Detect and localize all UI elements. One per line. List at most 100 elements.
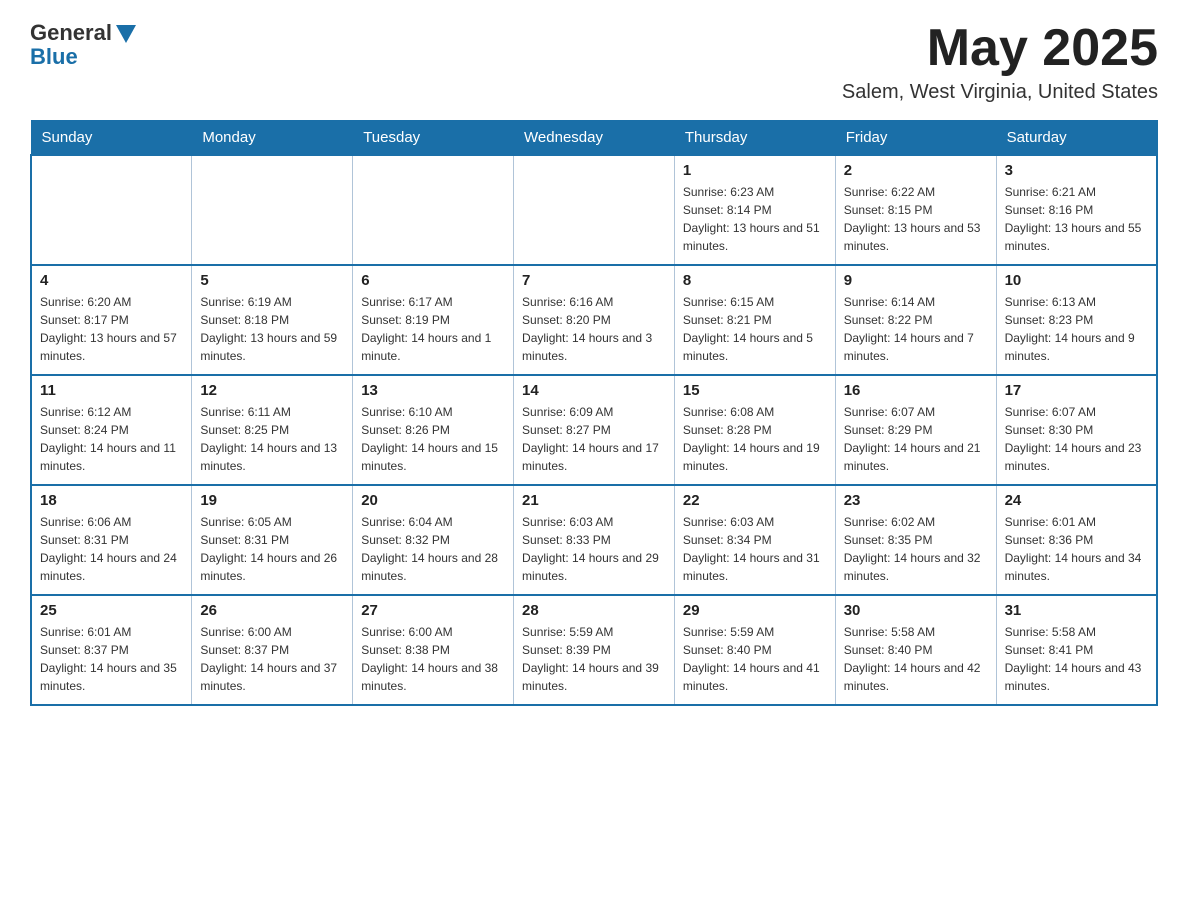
day-info: Sunrise: 6:00 AM Sunset: 8:38 PM Dayligh…	[361, 623, 505, 695]
calendar-day-7: 7Sunrise: 6:16 AM Sunset: 8:20 PM Daylig…	[514, 265, 675, 375]
day-number: 18	[40, 492, 183, 509]
day-number: 5	[200, 272, 344, 289]
day-info: Sunrise: 6:08 AM Sunset: 8:28 PM Dayligh…	[683, 403, 827, 475]
calendar-day-1: 1 Sunrise: 6:23 AM Sunset: 8:14 PM Daylig…	[674, 155, 835, 265]
day-number: 29	[683, 602, 827, 619]
logo-triangle-icon	[116, 25, 136, 43]
calendar-day-25: 25 Sunrise: 6:01 AM Sunset: 8:37 PM Dayli…	[31, 595, 192, 705]
day-number: 24	[1005, 492, 1148, 509]
day-info: Sunrise: 6:10 AM Sunset: 8:26 PM Dayligh…	[361, 403, 505, 475]
calendar-day-15: 15 Sunrise: 6:08 AM Sunset: 8:28 PM Dayli…	[674, 375, 835, 485]
calendar-day-12: 12Sunrise: 6:11 AM Sunset: 8:25 PM Dayli…	[192, 375, 353, 485]
calendar-day-29: 29 Sunrise: 5:59 AM Sunset: 8:40 PM Dayli…	[674, 595, 835, 705]
calendar-week-row: 11Sunrise: 6:12 AM Sunset: 8:24 PM Dayli…	[31, 375, 1157, 485]
day-number: 27	[361, 602, 505, 619]
calendar-header-row: SundayMondayTuesdayWednesdayThursdayFrid…	[31, 121, 1157, 156]
day-number: 9	[844, 272, 988, 289]
calendar-header-monday: Monday	[192, 121, 353, 156]
calendar-day-14: 14 Sunrise: 6:09 AM Sunset: 8:27 PM Dayli…	[514, 375, 675, 485]
day-info: Sunrise: 6:01 AM Sunset: 8:36 PM Dayligh…	[1005, 513, 1148, 585]
day-info: Sunrise: 6:19 AM Sunset: 8:18 PM Dayligh…	[200, 293, 344, 365]
day-number: 21	[522, 492, 666, 509]
day-info: Sunrise: 6:17 AM Sunset: 8:19 PM Dayligh…	[361, 293, 505, 365]
calendar-header-sunday: Sunday	[31, 121, 192, 156]
calendar-week-row: 18 Sunrise: 6:06 AM Sunset: 8:31 PM Dayli…	[31, 485, 1157, 595]
calendar-header-tuesday: Tuesday	[353, 121, 514, 156]
calendar-day-20: 20Sunrise: 6:04 AM Sunset: 8:32 PM Dayli…	[353, 485, 514, 595]
calendar-day-5: 5 Sunrise: 6:19 AM Sunset: 8:18 PM Daylig…	[192, 265, 353, 375]
calendar-empty-cell	[192, 155, 353, 265]
day-number: 30	[844, 602, 988, 619]
day-info: Sunrise: 6:00 AM Sunset: 8:37 PM Dayligh…	[200, 623, 344, 695]
calendar-day-31: 31Sunrise: 5:58 AM Sunset: 8:41 PM Dayli…	[996, 595, 1157, 705]
day-info: Sunrise: 6:02 AM Sunset: 8:35 PM Dayligh…	[844, 513, 988, 585]
calendar-week-row: 25 Sunrise: 6:01 AM Sunset: 8:37 PM Dayli…	[31, 595, 1157, 705]
calendar-header-saturday: Saturday	[996, 121, 1157, 156]
day-number: 15	[683, 382, 827, 399]
calendar-day-6: 6 Sunrise: 6:17 AM Sunset: 8:19 PM Daylig…	[353, 265, 514, 375]
day-number: 17	[1005, 382, 1148, 399]
day-info: Sunrise: 6:13 AM Sunset: 8:23 PM Dayligh…	[1005, 293, 1148, 365]
logo-blue-text: Blue	[30, 44, 78, 70]
day-info: Sunrise: 5:59 AM Sunset: 8:40 PM Dayligh…	[683, 623, 827, 695]
calendar-day-30: 30 Sunrise: 5:58 AM Sunset: 8:40 PM Dayli…	[835, 595, 996, 705]
calendar-day-23: 23 Sunrise: 6:02 AM Sunset: 8:35 PM Dayli…	[835, 485, 996, 595]
day-info: Sunrise: 6:11 AM Sunset: 8:25 PM Dayligh…	[200, 403, 344, 475]
calendar-empty-cell	[31, 155, 192, 265]
calendar-day-19: 19Sunrise: 6:05 AM Sunset: 8:31 PM Dayli…	[192, 485, 353, 595]
calendar-header-wednesday: Wednesday	[514, 121, 675, 156]
month-year-title: May 2025	[842, 20, 1158, 77]
day-number: 26	[200, 602, 344, 619]
calendar-day-22: 22 Sunrise: 6:03 AM Sunset: 8:34 PM Dayli…	[674, 485, 835, 595]
day-info: Sunrise: 6:07 AM Sunset: 8:29 PM Dayligh…	[844, 403, 988, 475]
day-number: 16	[844, 382, 988, 399]
logo: General Blue	[30, 20, 136, 70]
calendar-header-friday: Friday	[835, 121, 996, 156]
calendar-day-8: 8 Sunrise: 6:15 AM Sunset: 8:21 PM Daylig…	[674, 265, 835, 375]
calendar-week-row: 4 Sunrise: 6:20 AM Sunset: 8:17 PM Daylig…	[31, 265, 1157, 375]
day-info: Sunrise: 6:03 AM Sunset: 8:33 PM Dayligh…	[522, 513, 666, 585]
day-info: Sunrise: 6:01 AM Sunset: 8:37 PM Dayligh…	[40, 623, 183, 695]
day-info: Sunrise: 6:21 AM Sunset: 8:16 PM Dayligh…	[1005, 183, 1148, 255]
day-number: 25	[40, 602, 183, 619]
calendar-empty-cell	[353, 155, 514, 265]
calendar-table: SundayMondayTuesdayWednesdayThursdayFrid…	[30, 120, 1158, 706]
day-number: 8	[683, 272, 827, 289]
calendar-day-3: 3Sunrise: 6:21 AM Sunset: 8:16 PM Daylig…	[996, 155, 1157, 265]
day-number: 14	[522, 382, 666, 399]
day-number: 6	[361, 272, 505, 289]
calendar-header-thursday: Thursday	[674, 121, 835, 156]
calendar-empty-cell	[514, 155, 675, 265]
day-number: 1	[683, 162, 827, 179]
day-info: Sunrise: 6:12 AM Sunset: 8:24 PM Dayligh…	[40, 403, 183, 475]
calendar-day-24: 24 Sunrise: 6:01 AM Sunset: 8:36 PM Dayli…	[996, 485, 1157, 595]
day-info: Sunrise: 6:22 AM Sunset: 8:15 PM Dayligh…	[844, 183, 988, 255]
calendar-day-28: 28Sunrise: 5:59 AM Sunset: 8:39 PM Dayli…	[514, 595, 675, 705]
logo-general-text: General	[30, 20, 112, 46]
day-number: 28	[522, 602, 666, 619]
day-info: Sunrise: 5:58 AM Sunset: 8:40 PM Dayligh…	[844, 623, 988, 695]
day-info: Sunrise: 6:14 AM Sunset: 8:22 PM Dayligh…	[844, 293, 988, 365]
day-info: Sunrise: 6:03 AM Sunset: 8:34 PM Dayligh…	[683, 513, 827, 585]
calendar-day-27: 27 Sunrise: 6:00 AM Sunset: 8:38 PM Dayli…	[353, 595, 514, 705]
day-number: 22	[683, 492, 827, 509]
day-info: Sunrise: 6:09 AM Sunset: 8:27 PM Dayligh…	[522, 403, 666, 475]
calendar-day-10: 10 Sunrise: 6:13 AM Sunset: 8:23 PM Dayli…	[996, 265, 1157, 375]
day-number: 23	[844, 492, 988, 509]
day-info: Sunrise: 6:05 AM Sunset: 8:31 PM Dayligh…	[200, 513, 344, 585]
day-number: 4	[40, 272, 183, 289]
calendar-day-2: 2Sunrise: 6:22 AM Sunset: 8:15 PM Daylig…	[835, 155, 996, 265]
calendar-day-21: 21 Sunrise: 6:03 AM Sunset: 8:33 PM Dayli…	[514, 485, 675, 595]
day-number: 13	[361, 382, 505, 399]
day-info: Sunrise: 5:58 AM Sunset: 8:41 PM Dayligh…	[1005, 623, 1148, 695]
day-info: Sunrise: 6:06 AM Sunset: 8:31 PM Dayligh…	[40, 513, 183, 585]
calendar-day-13: 13 Sunrise: 6:10 AM Sunset: 8:26 PM Dayli…	[353, 375, 514, 485]
day-info: Sunrise: 6:15 AM Sunset: 8:21 PM Dayligh…	[683, 293, 827, 365]
calendar-week-row: 1 Sunrise: 6:23 AM Sunset: 8:14 PM Daylig…	[31, 155, 1157, 265]
day-info: Sunrise: 6:23 AM Sunset: 8:14 PM Dayligh…	[683, 183, 827, 255]
day-info: Sunrise: 6:16 AM Sunset: 8:20 PM Dayligh…	[522, 293, 666, 365]
day-info: Sunrise: 6:20 AM Sunset: 8:17 PM Dayligh…	[40, 293, 183, 365]
day-number: 10	[1005, 272, 1148, 289]
calendar-day-26: 26 Sunrise: 6:00 AM Sunset: 8:37 PM Dayli…	[192, 595, 353, 705]
calendar-day-17: 17Sunrise: 6:07 AM Sunset: 8:30 PM Dayli…	[996, 375, 1157, 485]
